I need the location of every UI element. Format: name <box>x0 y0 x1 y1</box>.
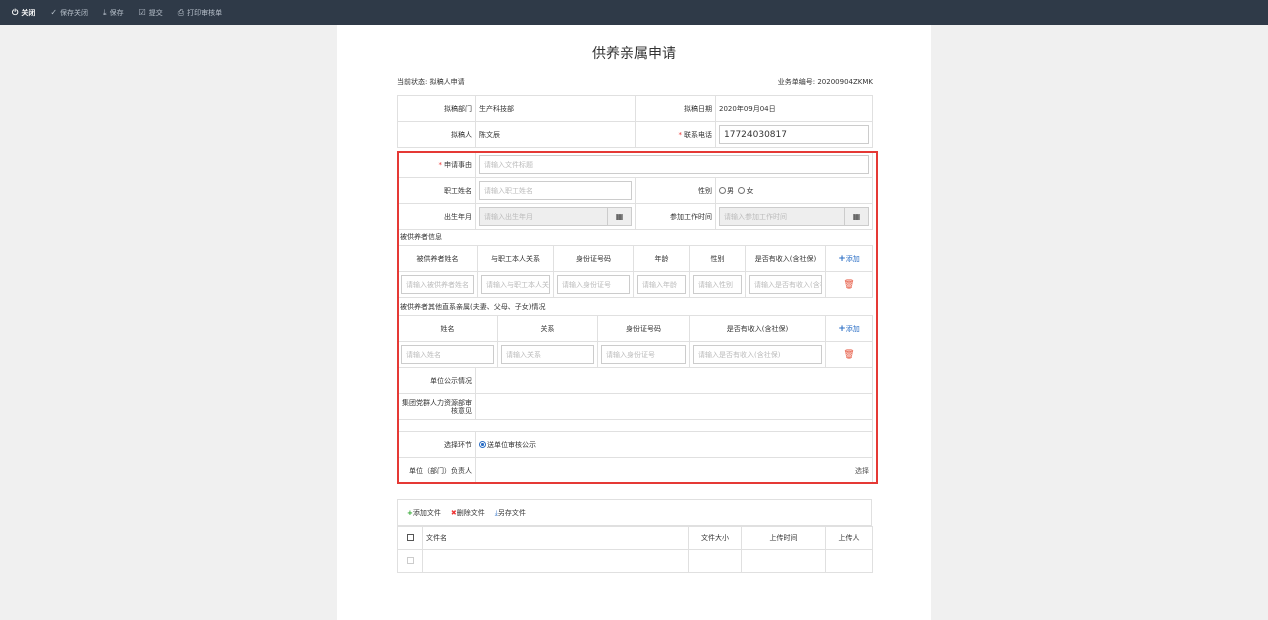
process-radio[interactable]: 送单位审核公示 <box>475 431 873 458</box>
save-as-button[interactable]: ⤓另存文件 <box>495 508 526 518</box>
dependent-age-input[interactable]: 请输入年龄 <box>637 275 686 294</box>
gender-male-radio[interactable] <box>719 187 726 194</box>
plus-icon: + <box>838 323 846 334</box>
save-button[interactable]: ⤓ 保存 <box>103 8 124 18</box>
page-title: 供养亲属申请 <box>592 46 676 62</box>
add-dependent-button[interactable]: +添加 <box>825 245 873 272</box>
trash-icon[interactable]: 🗑 <box>843 350 854 360</box>
status-info: 当前状态: 拟稿人申请 <box>397 78 465 86</box>
gender-radio-group: 男 女 <box>715 177 873 204</box>
close-button[interactable]: ⏻ 关闭 <box>12 8 35 18</box>
attachment-toolbar: +添加文件 ✖删除文件 ⤓另存文件 <box>397 499 872 526</box>
process-option-radio[interactable] <box>479 441 486 448</box>
form-page: 供养亲属申请 当前状态: 拟稿人申请 业务单编号: 20200904ZKMK 拟… <box>337 25 931 620</box>
print-icon: ⎙ <box>177 7 185 17</box>
row-checkbox[interactable] <box>406 556 414 564</box>
dependents-section-title: 被供养者信息 <box>400 233 442 241</box>
print-button[interactable]: ⎙ 打印审核单 <box>178 8 222 18</box>
calendar-icon[interactable]: ▦ <box>845 207 869 226</box>
add-file-button[interactable]: +添加文件 <box>407 508 441 518</box>
dependent-gender-input[interactable]: 请输入性别 <box>693 275 742 294</box>
approval-table: 单位公示情况 集团党群人力资源部审核意见 选择环节 送单位审核公示 单位（部门）… <box>397 367 873 484</box>
relative-name-input[interactable]: 请输入姓名 <box>401 345 494 364</box>
submit-button[interactable]: ☑ 提交 <box>139 8 163 18</box>
hr-opinion-value <box>475 393 873 420</box>
calendar-icon[interactable]: ▦ <box>608 207 632 226</box>
power-icon: ⏻ <box>12 7 19 17</box>
download-icon: ⤓ <box>103 7 107 17</box>
dependent-name-input[interactable]: 请输入被供养者姓名 <box>401 275 474 294</box>
delete-file-button[interactable]: ✖删除文件 <box>451 508 485 518</box>
attachment-table: 文件名 文件大小 上传时间 上传人 <box>397 526 873 573</box>
work-date-input[interactable]: 请输入参加工作时间 <box>719 207 845 226</box>
employee-name-input[interactable]: 请输入职工姓名 <box>479 181 632 200</box>
relatives-section-title: 被供养者其他直系亲属(夫妻、父母、子女)情况 <box>400 303 546 311</box>
phone-input[interactable]: 17724030817 <box>719 125 869 144</box>
dependent-income-input[interactable]: 请输入是否有收入(含社保) <box>749 275 822 294</box>
gender-female-radio[interactable] <box>738 187 746 194</box>
required-mark: * <box>438 160 443 169</box>
date-value: 2020年09月04日 <box>715 95 873 122</box>
doc-number: 业务单编号: 20200904ZKMK <box>777 78 873 86</box>
dependent-id-input[interactable]: 请输入身份证号 <box>557 275 630 294</box>
select-leader-link[interactable]: 选择 <box>855 467 869 475</box>
save-close-button[interactable]: ✓ 保存关闭 <box>50 8 88 18</box>
relatives-table: 姓名 关系 身份证号码 是否有收入(含社保) +添加 请输入姓名 请输入关系 请… <box>397 315 873 368</box>
public-notice-value <box>475 367 873 394</box>
drafter-value: 陈文辰 <box>475 121 636 148</box>
relative-id-input[interactable]: 请输入身份证号 <box>601 345 686 364</box>
employee-table: * 申请事由 请输入文件标题 职工姓名 请输入职工姓名 性别 男 女 出生年月 请… <box>397 151 873 230</box>
relative-relation-input[interactable]: 请输入关系 <box>501 345 594 364</box>
select-all-checkbox[interactable] <box>406 533 414 541</box>
relative-income-input[interactable]: 请输入是否有收入(含社保) <box>693 345 822 364</box>
required-mark: * <box>678 130 683 139</box>
check-square-icon: ☑ <box>138 8 146 17</box>
save-close-icon: ✓ <box>50 8 58 17</box>
dept-value: 生产科技部 <box>475 95 636 122</box>
subject-input[interactable]: 请输入文件标题 <box>479 155 869 174</box>
add-relative-button[interactable]: +添加 <box>825 315 873 342</box>
dependents-table: 被供养者姓名 与职工本人关系 身份证号码 年龄 性别 是否有收入(含社保) +添… <box>397 245 873 298</box>
plus-icon: + <box>838 253 846 264</box>
dependent-relation-input[interactable]: 请输入与职工本人关系 <box>481 275 550 294</box>
birth-date-input[interactable]: 请输入出生年月 <box>479 207 608 226</box>
top-toolbar: ⏻ 关闭 ✓ 保存关闭 ⤓ 保存 ☑ 提交 ⎙ 打印审核单 <box>0 0 1268 25</box>
draft-info-table: 拟稿部门 生产科技部 拟稿日期 2020年09月04日 拟稿人 陈文辰 * 联系电… <box>397 95 873 148</box>
trash-icon[interactable]: 🗑 <box>843 280 854 290</box>
